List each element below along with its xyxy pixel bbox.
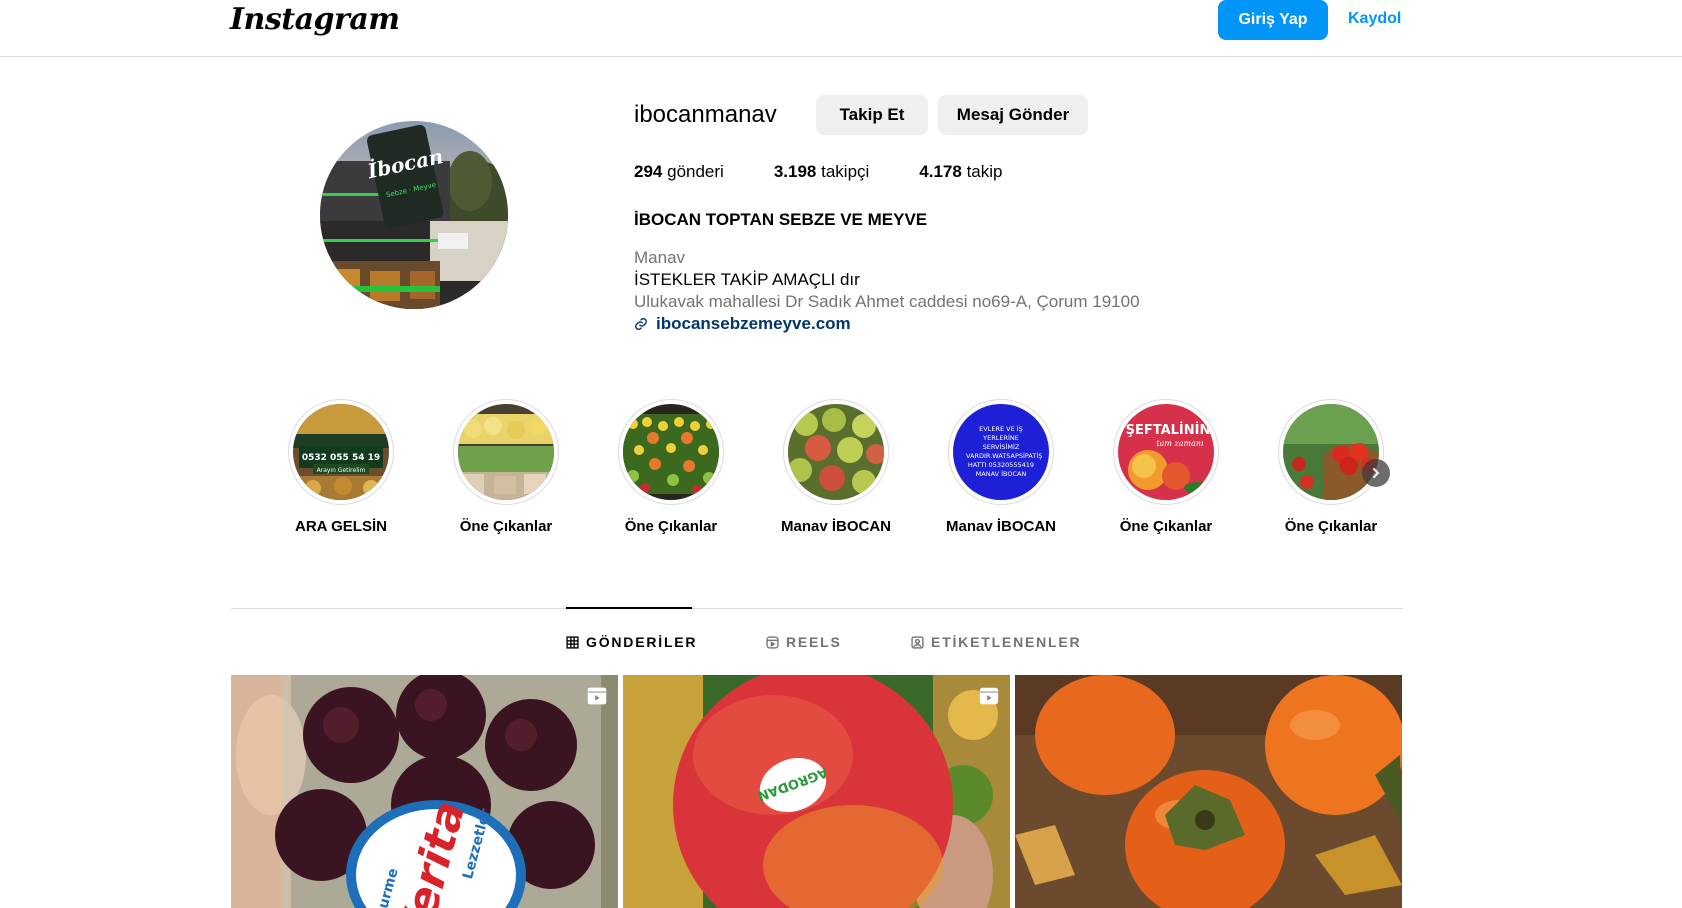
reel-badge-icon xyxy=(587,687,607,705)
following-count: 4.178 xyxy=(919,162,962,181)
posts-stat: 294 gönderi xyxy=(634,162,724,182)
highlight-ring xyxy=(618,399,724,505)
highlight-cover xyxy=(788,404,884,500)
highlight-ring xyxy=(783,399,889,505)
tab-tagged-label: ETİKETLENENLER xyxy=(931,634,1082,650)
tab-posts-label: GÖNDERİLER xyxy=(586,634,698,650)
followers-stat-label: takipçi xyxy=(821,162,870,181)
highlight-service-text: EVLERE VE İŞ YERLERİNE SERVİSİMİZ VARDIR… xyxy=(966,425,1043,478)
highlight-ring: EVLERE VE İŞ YERLERİNE SERVİSİMİZ VARDIR… xyxy=(948,399,1054,505)
message-button[interactable]: Mesaj Gönder xyxy=(938,95,1088,135)
profile-stats: 294 gönderi 3.198 takipçi 4.178 takip xyxy=(634,162,1053,182)
highlight-label: Öne Çıkanlar xyxy=(1119,518,1213,535)
website-text: ibocansebzemeyve.com xyxy=(656,314,851,333)
highlight-cover: ŞEFTALİNİN tam zamanı xyxy=(1118,404,1214,500)
highlight-ring: 0532 055 54 19 Arayın Getirelim xyxy=(288,399,394,505)
highlight-label: Öne Çıkanlar xyxy=(624,518,718,535)
highlight-peach-title: ŞEFTALİNİN xyxy=(1126,422,1211,438)
tab-reels[interactable]: REELS xyxy=(766,634,842,650)
following-stat-label: takip xyxy=(966,162,1003,181)
posts-count: 294 xyxy=(634,162,663,181)
highlight-label: Öne Çıkanlar xyxy=(459,518,553,535)
followers-stat[interactable]: 3.198 takipçi xyxy=(774,162,869,182)
highlight-label: Manav İBOCAN xyxy=(780,518,892,535)
highlight-peach-subtitle: tam zamanı xyxy=(1156,439,1204,448)
highlight-ring xyxy=(1278,399,1384,505)
tab-posts[interactable]: GÖNDERİLER xyxy=(566,634,697,650)
tabs-divider xyxy=(231,608,1403,609)
highlight-cover: 0532 055 54 19 Arayın Getirelim xyxy=(293,404,389,500)
highlight-ring: ŞEFTALİNİN tam zamanı xyxy=(1113,399,1219,505)
post-thumbnail[interactable] xyxy=(1015,675,1402,908)
following-stat[interactable]: 4.178 takip xyxy=(919,162,1002,182)
profile-bio: İSTEKLER TAKİP AMAÇLI dır xyxy=(634,270,860,289)
highlight-item[interactable]: Öne Çıkanlar xyxy=(441,399,571,535)
follow-button[interactable]: Takip Et xyxy=(816,95,928,135)
login-button[interactable]: Giriş Yap xyxy=(1218,0,1328,40)
highlight-label: Manav İBOCAN xyxy=(945,518,1057,535)
highlight-cover: EVLERE VE İŞ YERLERİNE SERVİSİMİZ VARDIR… xyxy=(953,404,1049,500)
highlights-next-button[interactable] xyxy=(1362,459,1390,487)
instagram-logo[interactable]: Instagram xyxy=(230,2,400,37)
profile-avatar[interactable]: İbocan Sebze · Meyve xyxy=(320,121,508,309)
reels-icon xyxy=(766,635,779,649)
reel-badge-icon xyxy=(979,687,999,705)
chevron-right-icon xyxy=(1373,468,1380,478)
highlight-item[interactable]: 0532 055 54 19 Arayın Getirelim ARA GELS… xyxy=(276,399,406,535)
profile-username: ibocanmanav xyxy=(634,101,777,128)
highlight-ring xyxy=(453,399,559,505)
highlight-label: ARA GELSİN xyxy=(295,518,387,535)
highlight-item[interactable]: Manav İBOCAN xyxy=(771,399,901,535)
tab-reels-label: REELS xyxy=(786,634,842,650)
highlight-phone-text: 0532 055 54 19 xyxy=(302,453,380,463)
highlight-call-text: Arayın Getirelim xyxy=(317,467,366,474)
profile-category: Manav xyxy=(634,248,686,267)
active-tab-indicator xyxy=(566,607,692,609)
highlight-item[interactable]: Öne Çıkanlar xyxy=(606,399,736,535)
profile-website-link[interactable]: ibocansebzemeyve.com xyxy=(634,314,851,334)
signup-link[interactable]: Kaydol xyxy=(1348,10,1401,28)
posts-stat-label: gönderi xyxy=(667,162,724,181)
followers-count: 3.198 xyxy=(773,162,817,181)
grid-icon xyxy=(566,635,579,649)
tagged-icon xyxy=(911,635,924,649)
tab-tagged[interactable]: ETİKETLENENLER xyxy=(911,634,1081,650)
post-thumbnail[interactable]: AGRODAN xyxy=(623,675,1010,908)
top-navigation: Instagram Giriş Yap Kaydol xyxy=(0,0,1682,57)
highlight-item[interactable]: ŞEFTALİNİN tam zamanı Öne Çıkanlar xyxy=(1101,399,1231,535)
profile-address[interactable]: Ulukavak mahallesi Dr Sadık Ahmet caddes… xyxy=(634,292,1140,312)
profile-full-name: İBOCAN TOPTAN SEBZE VE MEYVE xyxy=(634,210,928,229)
highlight-label: Öne Çıkanlar xyxy=(1284,518,1378,535)
post-thumbnail[interactable]: Verita Gurme Lezzetler xyxy=(231,675,618,908)
highlight-cover xyxy=(623,404,719,500)
highlight-cover xyxy=(1283,404,1379,500)
highlight-item[interactable]: EVLERE VE İŞ YERLERİNE SERVİSİMİZ VARDIR… xyxy=(936,399,1066,535)
link-icon xyxy=(635,318,647,330)
highlight-cover xyxy=(458,404,554,500)
